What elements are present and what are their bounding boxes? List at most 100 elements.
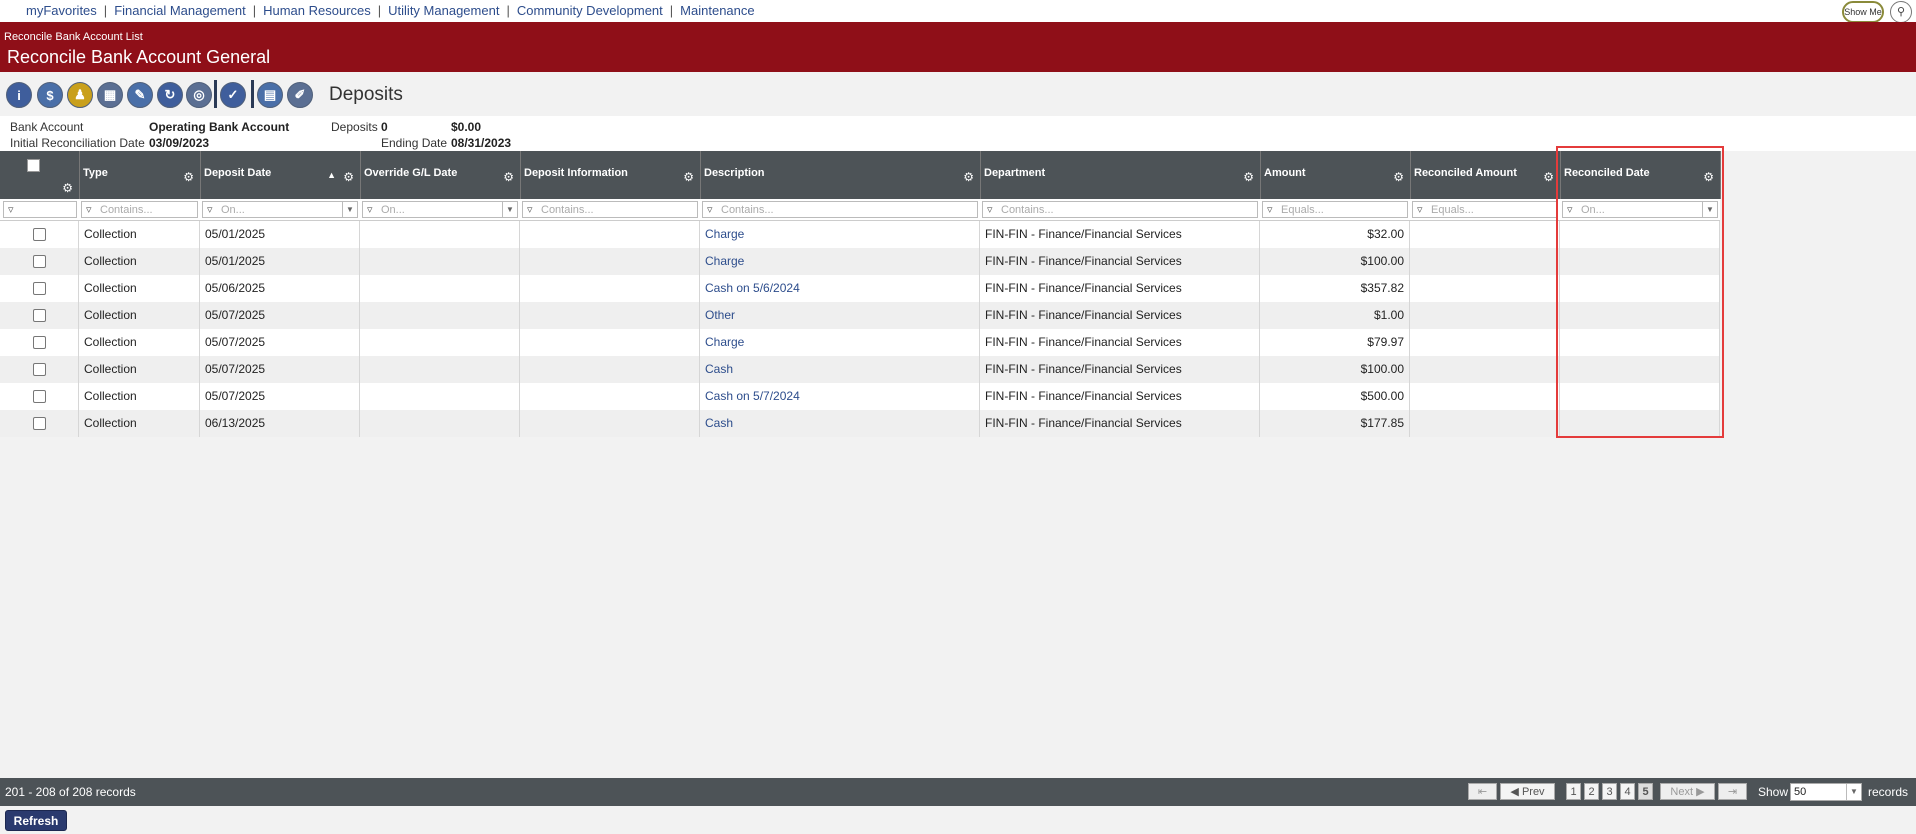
info-icon[interactable]: i (6, 82, 32, 108)
row-checkbox[interactable] (33, 390, 46, 403)
gear-icon[interactable]: ⚙ (1243, 170, 1254, 184)
column-header-type[interactable]: Type ⚙ (79, 151, 201, 199)
sort-ascending-icon[interactable]: ▲ (327, 170, 336, 180)
filter-reconciled-amount[interactable]: ▿ Equals... (1412, 201, 1558, 218)
gear-icon[interactable]: ⚙ (1393, 170, 1404, 184)
table-row[interactable]: Collection 05/07/2025 Cash on 5/7/2024 FIN-… (0, 383, 1720, 410)
page-number-button[interactable]: 1 (1566, 783, 1581, 800)
filter-amount[interactable]: ▿ Equals... (1262, 201, 1408, 218)
filter-icon[interactable]: ▿ (1267, 203, 1273, 216)
filter-icon[interactable]: ▿ (527, 203, 533, 216)
filter-icon[interactable]: ▿ (707, 203, 713, 216)
filter-deposit-date[interactable]: ▿ On... ▼ (202, 201, 358, 218)
column-header-reconciled-date[interactable]: Reconciled Date ⚙ (1560, 151, 1721, 199)
gear-icon[interactable]: ⚙ (683, 170, 694, 184)
nav-link-community-development[interactable]: Community Development (517, 3, 663, 18)
page-size-select[interactable]: 50 ▼ (1790, 783, 1862, 801)
report-icon[interactable]: ▤ (257, 82, 283, 108)
filter-description[interactable]: ▿ Contains... (702, 201, 978, 218)
post-icon[interactable]: ✓ (220, 82, 246, 108)
filter-icon[interactable]: ▿ (987, 203, 993, 216)
cell-type: Collection (79, 302, 200, 329)
page-number-button[interactable]: 4 (1620, 783, 1635, 800)
chevron-down-icon[interactable]: ▼ (342, 202, 357, 217)
prev-page-button[interactable]: ◀ Prev (1500, 783, 1555, 800)
cell-description[interactable]: Charge (700, 221, 980, 248)
column-header-deposit-info[interactable]: Deposit Information ⚙ (520, 151, 701, 199)
nav-link-financial-management[interactable]: Financial Management (114, 3, 246, 18)
column-header-department[interactable]: Department ⚙ (980, 151, 1261, 199)
gear-icon[interactable]: ⚙ (183, 170, 194, 184)
nav-link-myfavorites[interactable]: myFavorites (26, 3, 97, 18)
cell-description[interactable]: Cash (700, 410, 980, 437)
cell-description[interactable]: Charge (700, 248, 980, 275)
adjust-icon[interactable]: ↻ (157, 82, 183, 108)
nav-link-utility-management[interactable]: Utility Management (388, 3, 499, 18)
table-row[interactable]: Collection 05/01/2025 Charge FIN-FIN - Fina… (0, 221, 1720, 248)
column-header-description[interactable]: Description ⚙ (700, 151, 981, 199)
row-checkbox[interactable] (33, 336, 46, 349)
row-checkbox[interactable] (33, 228, 46, 241)
gear-icon[interactable]: ⚙ (963, 170, 974, 184)
nav-link-human-resources[interactable]: Human Resources (263, 3, 371, 18)
gear-icon[interactable]: ⚙ (1703, 170, 1714, 184)
chevron-down-icon[interactable]: ▼ (502, 202, 517, 217)
table-row[interactable]: Collection 05/07/2025 Other FIN-FIN - Finan… (0, 302, 1720, 329)
bank-icon[interactable]: ▦ (97, 82, 123, 108)
row-checkbox[interactable] (33, 309, 46, 322)
edit-icon[interactable]: ✐ (287, 82, 313, 108)
row-checkbox[interactable] (33, 255, 46, 268)
page-number-button[interactable]: 3 (1602, 783, 1617, 800)
table-row[interactable]: Collection 05/07/2025 Charge FIN-FIN - Fina… (0, 329, 1720, 356)
page-number-button[interactable]: 5 (1638, 783, 1653, 800)
filter-type[interactable]: ▿ Contains... (81, 201, 198, 218)
column-header-reconciled-amount[interactable]: Reconciled Amount ⚙ (1410, 151, 1561, 199)
filter-icon[interactable]: ▿ (86, 203, 92, 216)
row-checkbox[interactable] (33, 363, 46, 376)
filter-deposit-info[interactable]: ▿ Contains... (522, 201, 698, 218)
refresh-button[interactable]: Refresh (5, 810, 67, 831)
filter-icon[interactable]: ▿ (1567, 203, 1573, 216)
cell-description[interactable]: Charge (700, 329, 980, 356)
gear-icon[interactable]: ⚙ (62, 181, 73, 195)
breadcrumb[interactable]: Reconcile Bank Account List (4, 31, 143, 43)
gear-icon[interactable]: ⚙ (1543, 170, 1554, 184)
column-header-amount[interactable]: Amount ⚙ (1260, 151, 1411, 199)
column-header-deposit-date[interactable]: Deposit Date ▲ ⚙ (200, 151, 361, 199)
checkbook-icon[interactable]: ✎ (127, 82, 153, 108)
select-all-checkbox[interactable] (27, 159, 40, 172)
row-checkbox[interactable] (33, 282, 46, 295)
cell-description[interactable]: Cash on 5/7/2024 (700, 383, 980, 410)
table-row[interactable]: Collection 05/01/2025 Charge FIN-FIN - Fina… (0, 248, 1720, 275)
filter-icon[interactable]: ▿ (1417, 203, 1423, 216)
table-row[interactable]: Collection 05/07/2025 Cash FIN-FIN - Financ… (0, 356, 1720, 383)
filter-override-gl-date[interactable]: ▿ On... ▼ (362, 201, 518, 218)
row-checkbox[interactable] (33, 417, 46, 430)
cell-description[interactable]: Other (700, 302, 980, 329)
magnifier-icon[interactable]: ⚲ (1890, 1, 1912, 23)
cell-description[interactable]: Cash on 5/6/2024 (700, 275, 980, 302)
gear-icon[interactable]: ⚙ (503, 170, 514, 184)
module-links: myFavorites | Financial Management | Human R… (26, 3, 755, 18)
column-header-override-gl-date[interactable]: Override G/L Date ⚙ (360, 151, 521, 199)
people-icon[interactable]: ♟ (67, 82, 93, 108)
table-row[interactable]: Collection 06/13/2025 Cash FIN-FIN - Financ… (0, 410, 1720, 437)
cell-deposit-date: 06/13/2025 (200, 410, 360, 437)
chevron-down-icon[interactable]: ▼ (1702, 202, 1717, 217)
filter-icon[interactable]: ▿ (367, 203, 373, 216)
coins-icon[interactable]: ◎ (186, 82, 212, 108)
filter-icon[interactable]: ▿ (207, 203, 213, 216)
gear-icon[interactable]: ⚙ (343, 170, 354, 184)
last-page-icon[interactable]: ⇥ (1718, 783, 1747, 800)
table-row[interactable]: Collection 05/06/2025 Cash on 5/6/2024 FIN-… (0, 275, 1720, 302)
first-page-icon[interactable]: ⇤ (1468, 783, 1497, 800)
transfer-icon[interactable]: $ (37, 82, 63, 108)
show-me-button[interactable]: Show Me (1842, 1, 1884, 23)
next-page-button[interactable]: Next ▶ (1660, 783, 1715, 800)
filter-department[interactable]: ▿ Contains... (982, 201, 1258, 218)
cell-description[interactable]: Cash (700, 356, 980, 383)
filter-reconciled-date[interactable]: ▿ On... ▼ (1562, 201, 1718, 218)
select-filter[interactable]: ▿ (3, 201, 77, 218)
nav-link-maintenance[interactable]: Maintenance (680, 3, 754, 18)
page-number-button[interactable]: 2 (1584, 783, 1599, 800)
